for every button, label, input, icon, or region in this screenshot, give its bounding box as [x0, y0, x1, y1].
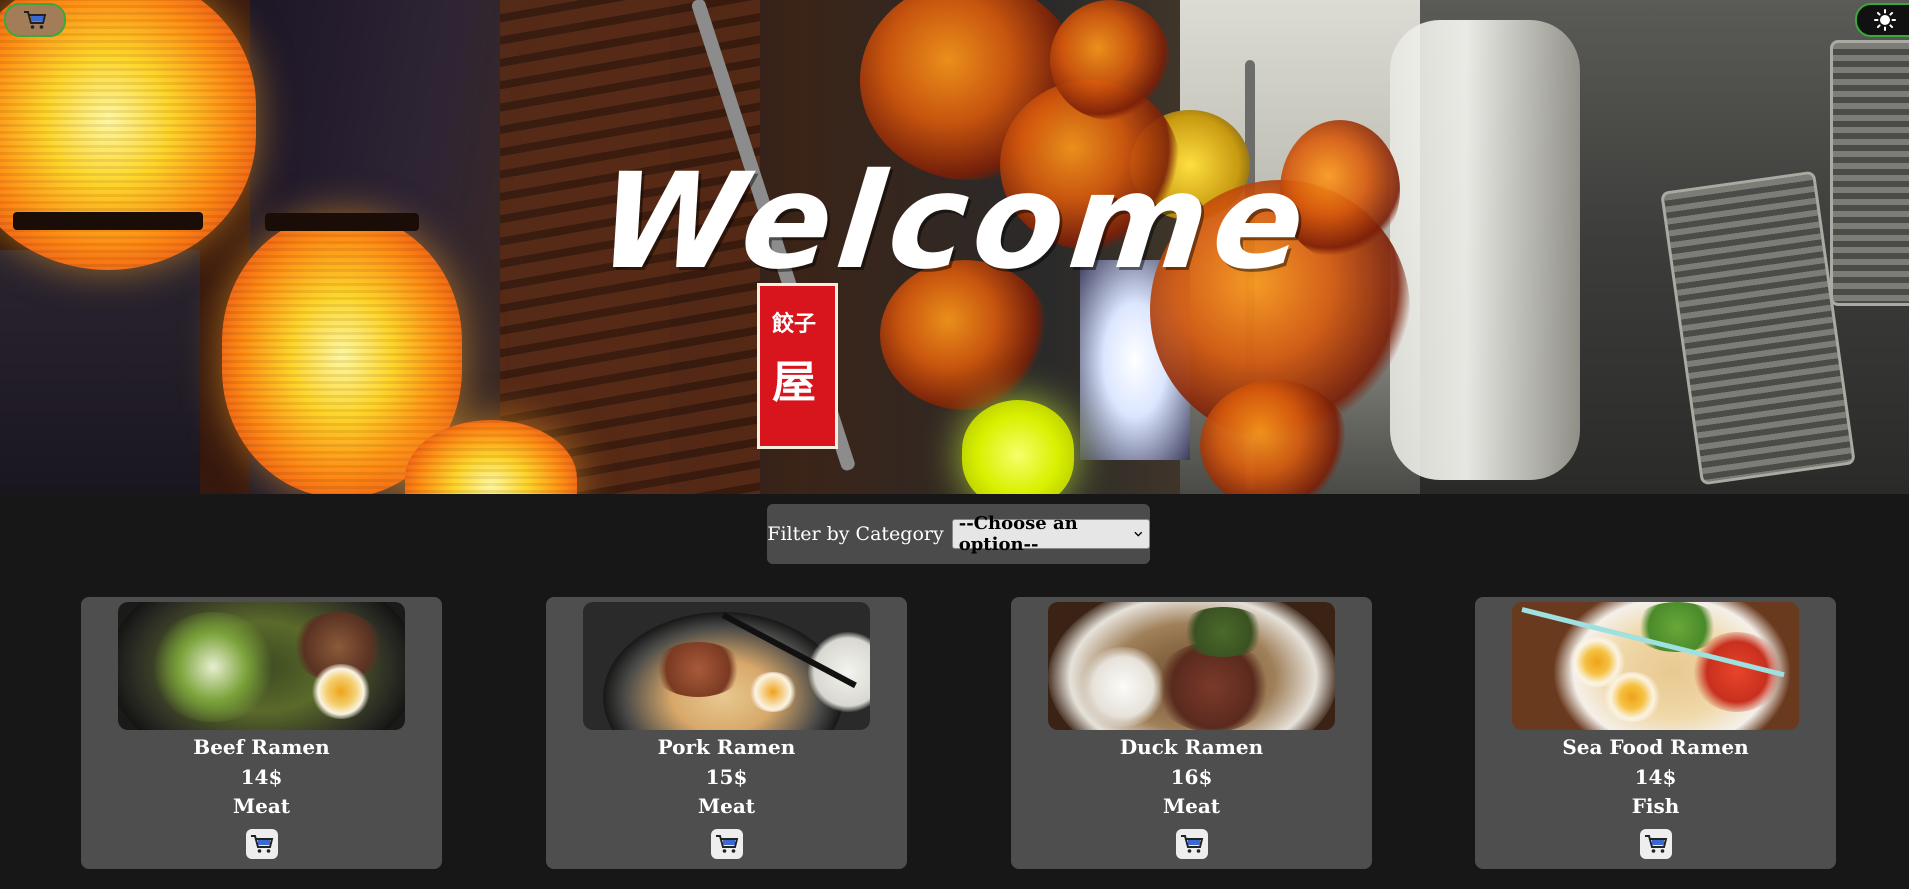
product-name: Sea Food Ramen: [1562, 735, 1749, 759]
lantern-image: [962, 400, 1074, 494]
product-card: Sea Food Ramen 14$ Fish: [1475, 597, 1836, 869]
hero-title: Welcome: [591, 145, 1318, 299]
product-image: [1048, 602, 1335, 730]
product-name: Beef Ramen: [193, 735, 330, 759]
product-category: Meat: [232, 794, 291, 818]
filter-label: Filter by Category: [767, 523, 944, 545]
sun-icon: [1874, 9, 1896, 31]
product-card: Pork Ramen 15$ Meat: [546, 597, 907, 869]
category-select-value: --Choose an option--: [958, 513, 1078, 555]
cart-icon: [1645, 835, 1668, 853]
cart-button[interactable]: [4, 3, 66, 37]
product-image: [118, 602, 405, 730]
category-select[interactable]: --Choose an option--: [951, 513, 1150, 555]
product-price: 14$: [240, 765, 283, 789]
product-price: 14$: [1634, 765, 1677, 789]
add-to-cart-button[interactable]: [1640, 829, 1672, 859]
product-name: Pork Ramen: [657, 735, 796, 759]
cart-icon: [716, 835, 739, 853]
cart-icon: [251, 835, 274, 853]
filter-bar: Filter by Category --Choose an option--: [767, 504, 1150, 564]
theme-toggle-button[interactable]: [1855, 3, 1909, 37]
product-card: Duck Ramen 16$ Meat: [1011, 597, 1372, 869]
add-to-cart-button[interactable]: [711, 829, 743, 859]
add-to-cart-button[interactable]: [1176, 829, 1208, 859]
chevron-down-icon: [1134, 531, 1143, 537]
add-to-cart-button[interactable]: [246, 829, 278, 859]
product-card: Beef Ramen 14$ Meat: [81, 597, 442, 869]
shop-sign: 餃子 屋: [757, 283, 838, 449]
product-category: Meat: [697, 794, 756, 818]
product-image: [1512, 602, 1799, 730]
product-category: Meat: [1162, 794, 1221, 818]
cart-icon: [24, 11, 47, 29]
hero-banner: 餃子 屋 Welcome: [0, 0, 1909, 494]
product-price: 15$: [705, 765, 748, 789]
product-price: 16$: [1170, 765, 1213, 789]
product-image: [583, 602, 870, 730]
cart-icon: [1181, 835, 1204, 853]
product-category: Fish: [1631, 794, 1680, 818]
product-name: Duck Ramen: [1119, 735, 1264, 759]
